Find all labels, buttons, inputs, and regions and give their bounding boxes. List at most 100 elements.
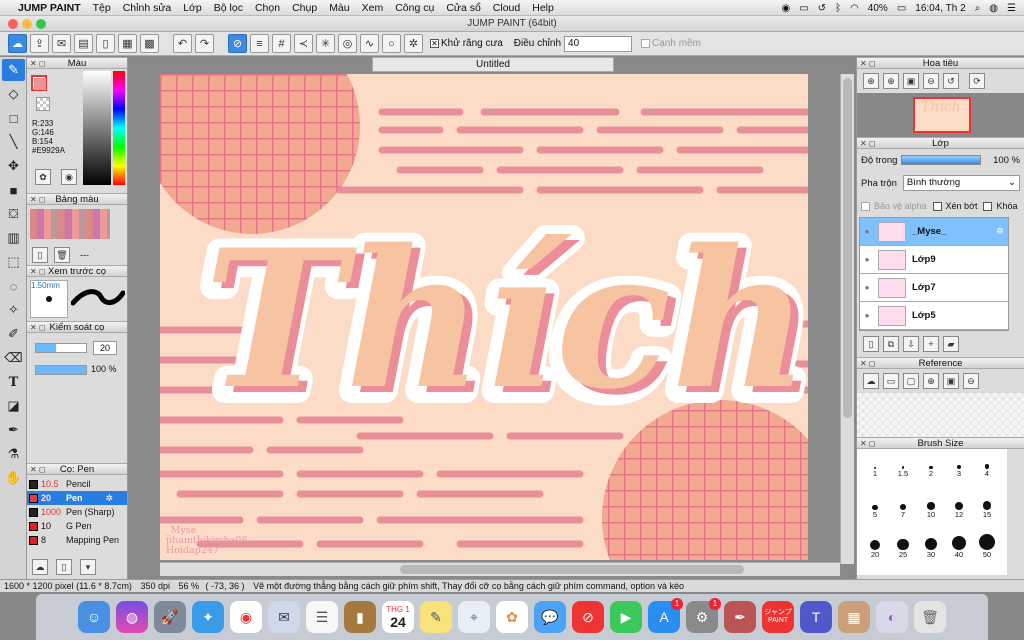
document-tab[interactable]: Untitled xyxy=(372,57,614,72)
close-icon[interactable]: ✕ ◻ xyxy=(30,266,46,277)
primary-color-swatch[interactable] xyxy=(31,75,47,91)
menu-edit[interactable]: Chỉnh sửa xyxy=(117,2,177,14)
bluetooth-icon[interactable]: ᛒ xyxy=(835,3,841,14)
reference-zoom-in-icon[interactable]: ⊕ xyxy=(923,373,939,389)
brush-size-option[interactable]: 1 xyxy=(861,453,889,478)
delete-reference-icon[interactable]: ▢ xyxy=(903,373,919,389)
visibility-icon[interactable]: ● xyxy=(860,227,874,236)
menu-select[interactable]: Chọn xyxy=(249,2,286,14)
wifi-icon[interactable]: ◠ xyxy=(850,3,859,14)
concentric-ruler-icon[interactable]: ◎ xyxy=(338,34,357,53)
menu-help[interactable]: Help xyxy=(526,2,560,14)
open-folder-icon[interactable]: ▭ xyxy=(883,373,899,389)
lock-checkbox[interactable] xyxy=(983,201,993,211)
page-icon[interactable]: ▦ xyxy=(118,34,137,53)
menu-filter[interactable]: Bộ lọc xyxy=(208,2,249,14)
brush-size-field[interactable]: 20 xyxy=(93,341,117,355)
chrome-icon[interactable]: ◉ xyxy=(230,601,262,633)
notification-center-icon[interactable]: ☰ xyxy=(1007,3,1016,14)
adjust-value-field[interactable]: 40 xyxy=(564,35,633,52)
select-eraser-tool-icon[interactable]: ⌫ xyxy=(2,347,25,369)
brush-size-option[interactable]: 50 xyxy=(973,534,1001,559)
preview-icon[interactable]: ◐ xyxy=(876,601,908,633)
vertical-scroll-thumb[interactable] xyxy=(843,78,852,418)
layer-item-lop5[interactable]: ● Lớp5 xyxy=(860,302,1008,330)
grid-ruler-icon[interactable]: # xyxy=(272,34,291,53)
maps-icon[interactable]: ⌖ xyxy=(458,601,490,633)
pen-item-mapping-pen[interactable]: 8 Mapping Pen xyxy=(27,533,127,547)
menu-capture[interactable]: Chụp xyxy=(286,2,323,14)
clock[interactable]: 16:04, Th 2 xyxy=(915,3,965,14)
close-icon[interactable]: ✕ ◻ xyxy=(860,358,876,369)
smooth-edge-option[interactable]: Cạnh mềm xyxy=(641,38,701,49)
ellipse-ruler-icon[interactable]: ○ xyxy=(382,34,401,53)
minimize-window-button[interactable] xyxy=(22,19,32,29)
system-preferences-icon[interactable]: ⚙ 1 xyxy=(686,598,721,633)
visibility-icon[interactable]: ● xyxy=(860,283,874,292)
launchpad-icon[interactable]: 🚀 xyxy=(154,601,186,633)
new-palette-icon[interactable]: ▯ xyxy=(32,247,48,263)
screen-record-icon[interactable]: ◉ xyxy=(781,3,790,14)
zoom-in-2-icon[interactable]: ⊕ xyxy=(883,73,899,89)
blend-mode-select[interactable]: Bình thường ⌄ xyxy=(902,175,1020,191)
layer-opacity-slider[interactable] xyxy=(901,155,982,165)
brush-size-option[interactable]: 4 xyxy=(973,453,1001,478)
rectangle-tool-icon[interactable]: □ xyxy=(2,107,25,129)
antialias-checkbox[interactable]: ✕ xyxy=(430,39,439,48)
spotlight-icon[interactable]: ⌕ xyxy=(975,3,981,14)
ruler-off-icon[interactable]: ⊘ xyxy=(228,34,247,53)
app-store-icon[interactable]: A1 xyxy=(648,598,683,633)
fit-screen-icon[interactable]: ▣ xyxy=(903,73,919,89)
color-circle-icon[interactable]: ✿ xyxy=(35,169,51,185)
close-icon[interactable]: ✕ ◻ xyxy=(30,464,46,475)
perspective-ruler-icon[interactable]: ≺ xyxy=(294,34,313,53)
menu-view[interactable]: Xem xyxy=(356,2,390,14)
close-icon[interactable]: ✕ ◻ xyxy=(30,322,46,333)
artwork-canvas[interactable]: Thích Thích Thích _Myse_ phamthikimha08 … xyxy=(160,74,808,560)
facetime-icon[interactable]: ▶ xyxy=(610,601,642,633)
document-icon[interactable]: ▯ xyxy=(96,34,115,53)
export-icon[interactable]: ⇪ xyxy=(30,34,49,53)
time-machine-icon[interactable]: ↺ xyxy=(818,3,826,14)
mail-icon[interactable]: ✉ xyxy=(268,601,300,633)
brush-size-option[interactable]: 2 xyxy=(917,453,945,478)
menu-tools[interactable]: Công cụ xyxy=(389,2,440,14)
text-tool-icon[interactable]: T xyxy=(2,371,25,393)
brush-size-option[interactable]: 30 xyxy=(917,534,945,559)
layer-item-lop9[interactable]: ● Lớp9 xyxy=(860,246,1008,274)
siri-app-icon[interactable]: ◍ xyxy=(116,601,148,633)
navigator-preview[interactable]: Thích xyxy=(857,93,1024,137)
brush-size-option[interactable]: 5 xyxy=(861,494,889,519)
cast-icon[interactable]: ▭ xyxy=(799,3,808,14)
battery-percent[interactable]: 40% xyxy=(868,3,888,14)
menu-file[interactable]: Tệp xyxy=(87,2,117,14)
pen-item-pen-sharp[interactable]: 1000 Pen (Sharp) xyxy=(27,505,127,519)
add-layer-menu-icon[interactable]: + xyxy=(923,336,939,352)
close-icon[interactable]: ✕ ◻ xyxy=(860,138,876,149)
brush-opacity-slider[interactable] xyxy=(35,365,87,375)
maximize-window-button[interactable] xyxy=(36,19,46,29)
messages-icon[interactable]: 💬 xyxy=(534,601,566,633)
smooth-edge-checkbox[interactable] xyxy=(641,39,651,48)
photos-icon[interactable]: ✿ xyxy=(496,601,528,633)
duplicate-layer-icon[interactable]: ⧉ xyxy=(883,336,899,352)
pen-item-pencil[interactable]: 10.5 Pencil xyxy=(27,477,127,491)
pen-settings-icon[interactable]: ✲ xyxy=(105,493,113,504)
close-icon[interactable]: ✕ ◻ xyxy=(860,58,876,69)
brush-size-option[interactable]: 3 xyxy=(945,453,973,478)
select-pen-tool-icon[interactable]: ✐ xyxy=(2,323,25,345)
menu-cloud[interactable]: Cloud xyxy=(487,2,526,14)
close-icon[interactable]: ✕ ◻ xyxy=(860,438,876,449)
pictures-folder-icon[interactable]: ▦ xyxy=(838,601,870,633)
siri-icon[interactable]: ◍ xyxy=(989,3,998,14)
clip-checkbox[interactable] xyxy=(932,201,942,211)
eyedropper-tool-icon[interactable]: ⚗ xyxy=(2,443,25,465)
message-icon[interactable]: ▤ xyxy=(74,34,93,53)
trash-icon[interactable]: 🗑 xyxy=(914,601,946,633)
contacts-icon[interactable]: ▮ xyxy=(344,601,376,633)
undo-icon[interactable]: ↶ xyxy=(173,34,192,53)
cloud-brush-icon[interactable]: ☁ xyxy=(32,559,48,575)
brush-tool-icon[interactable]: ✎ xyxy=(2,59,25,81)
bucket-tool-icon[interactable]: ⛋ xyxy=(2,203,25,225)
antialias-option[interactable]: ✕ Khử răng cưa xyxy=(430,38,503,49)
